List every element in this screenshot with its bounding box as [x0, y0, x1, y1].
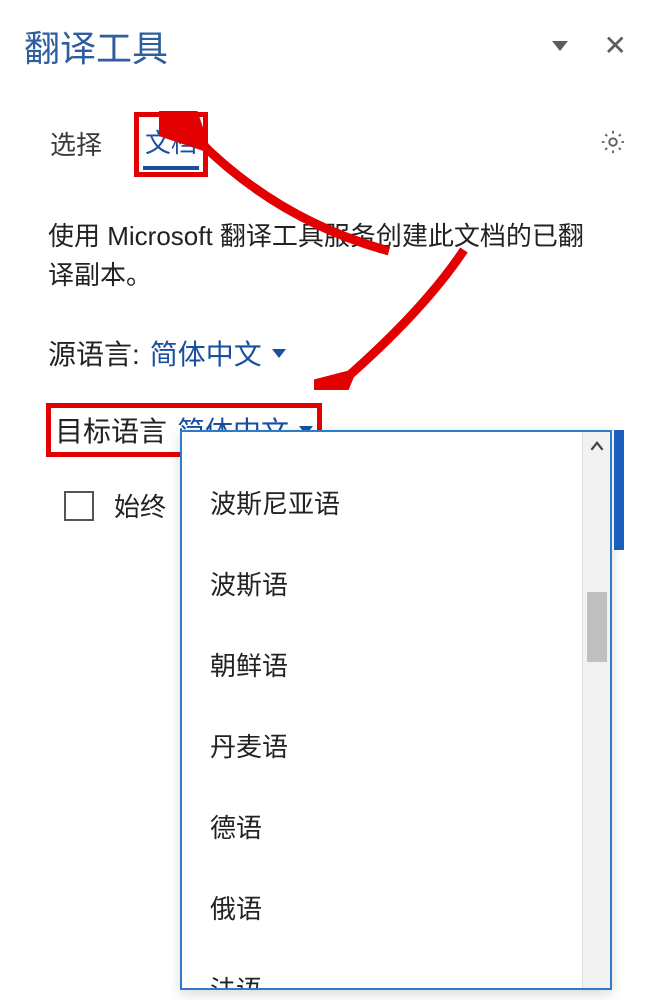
panel-menu-caret-icon[interactable]	[552, 41, 568, 51]
scroll-thumb[interactable]	[587, 592, 607, 662]
panel-right-accent	[614, 430, 624, 550]
settings-gear-icon[interactable]	[599, 128, 627, 161]
dropdown-item[interactable]: 法语	[210, 948, 554, 988]
dropdown-item[interactable]: 波斯尼亚语	[210, 462, 554, 543]
source-language-row: 源语言: 简体中文	[24, 333, 627, 373]
annotation-highlight-document-tab: 文档	[134, 112, 208, 177]
dropdown-list-container: 波斯尼亚语 波斯语 朝鲜语 丹麦语 德语 俄语 法语	[182, 432, 582, 988]
scroll-track[interactable]	[583, 462, 610, 988]
close-icon[interactable]: ✕	[604, 32, 627, 60]
dropdown-item[interactable]: 德语	[210, 786, 554, 867]
always-checkbox[interactable]	[64, 491, 94, 521]
dropdown-item[interactable]: 俄语	[210, 867, 554, 948]
title-row: 翻译工具 ✕	[24, 20, 627, 72]
source-language-value: 简体中文	[150, 333, 262, 373]
title-controls: ✕	[552, 32, 627, 60]
always-checkbox-label: 始终	[114, 487, 166, 524]
dropdown-item[interactable]: 波斯语	[210, 543, 554, 624]
source-language-dropdown[interactable]: 简体中文	[150, 333, 286, 373]
dropdown-item[interactable]: 丹麦语	[210, 705, 554, 786]
target-language-dropdown-list: 波斯尼亚语 波斯语 朝鲜语 丹麦语 德语 俄语 法语	[180, 430, 612, 990]
description-text: 使用 Microsoft 翻译工具服务创建此文档的已翻译副本。	[24, 217, 627, 295]
source-language-label: 源语言:	[48, 333, 140, 373]
dropdown-scrollbar	[582, 432, 610, 988]
tab-select[interactable]: 选择	[48, 121, 104, 168]
scroll-up-arrow-icon[interactable]	[583, 432, 610, 462]
dropdown-item[interactable]: 朝鲜语	[210, 624, 554, 705]
tab-document[interactable]: 文档	[143, 119, 199, 170]
tab-row: 选择 文档	[24, 112, 627, 177]
target-language-label: 目标语言	[55, 410, 167, 450]
panel-title: 翻译工具	[24, 20, 168, 72]
chevron-down-icon	[272, 349, 286, 358]
translator-panel: 翻译工具 ✕ 选择 文档 使用 Microsoft 翻译工具服务创建此文档的已翻…	[0, 0, 651, 1000]
